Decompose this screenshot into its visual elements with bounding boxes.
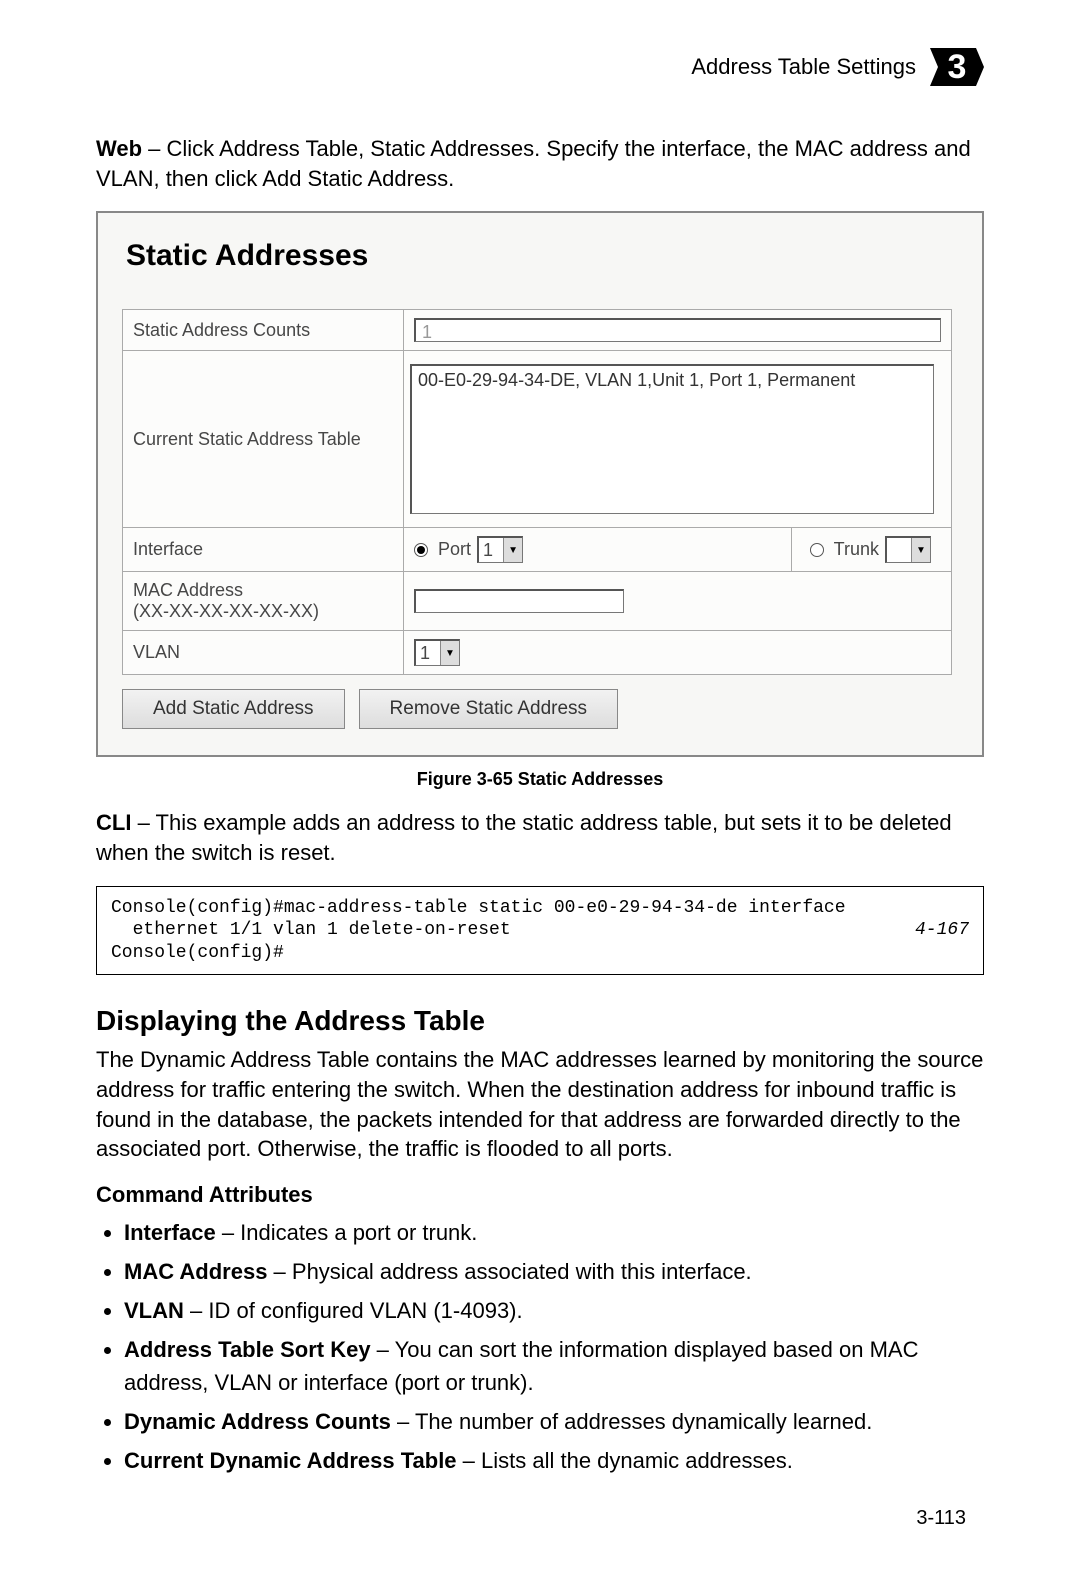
attr-desc: – Indicates a port or trunk. xyxy=(216,1220,478,1245)
vlan-value: 1 xyxy=(416,643,440,664)
attr-term: Address Table Sort Key xyxy=(124,1337,371,1362)
page-number: 3-113 xyxy=(916,1507,966,1530)
port-radio[interactable] xyxy=(414,543,428,557)
mac-label-line2: (XX-XX-XX-XX-XX-XX) xyxy=(133,601,319,621)
add-static-address-button[interactable]: Add Static Address xyxy=(122,689,345,729)
attr-desc: – Lists all the dynamic addresses. xyxy=(457,1448,793,1473)
attr-desc: – ID of configured VLAN (1-4093). xyxy=(184,1298,523,1323)
list-item: MAC Address – Physical address associate… xyxy=(124,1255,984,1288)
web-intro-paragraph: Web – Click Address Table, Static Addres… xyxy=(96,134,984,193)
code-ref: 4-167 xyxy=(915,919,969,942)
web-lead: Web xyxy=(96,136,142,161)
current-table-entry: 00-E0-29-94-34-DE, VLAN 1,Unit 1, Port 1… xyxy=(418,370,855,390)
port-dropdown[interactable]: 1 ▼ xyxy=(477,536,523,563)
vlan-dropdown[interactable]: 1 ▼ xyxy=(414,639,460,666)
attr-desc: – The number of addresses dynamically le… xyxy=(391,1409,872,1434)
static-addresses-table: Static Address Counts 1 Current Static A… xyxy=(122,309,952,675)
static-counts-cell: 1 xyxy=(404,310,952,351)
chevron-down-icon: ▼ xyxy=(503,538,522,562)
list-item: VLAN – ID of configured VLAN (1-4093). xyxy=(124,1294,984,1327)
chapter-number: 3 xyxy=(948,48,967,87)
code-line2: ethernet 1/1 vlan 1 delete-on-reset xyxy=(111,920,511,940)
mac-label-cell: MAC Address (XX-XX-XX-XX-XX-XX) xyxy=(123,572,404,631)
list-item: Dynamic Address Counts – The number of a… xyxy=(124,1405,984,1438)
trunk-radio[interactable] xyxy=(810,543,824,557)
vlan-label: VLAN xyxy=(123,631,404,675)
static-addresses-figure: Static Addresses Static Address Counts 1… xyxy=(96,211,984,757)
current-table-listbox[interactable]: 00-E0-29-94-34-DE, VLAN 1,Unit 1, Port 1… xyxy=(410,364,934,514)
chapter-badge: 3 xyxy=(930,40,984,94)
remove-static-address-button[interactable]: Remove Static Address xyxy=(359,689,618,729)
attr-term: Dynamic Address Counts xyxy=(124,1409,391,1434)
cli-code-block: Console(config)#mac-address-table static… xyxy=(96,886,984,976)
port-value: 1 xyxy=(479,540,503,561)
mac-input-cell xyxy=(404,572,952,631)
figure-title: Static Addresses xyxy=(126,239,952,273)
current-table-label: Current Static Address Table xyxy=(123,351,404,528)
attr-term: Current Dynamic Address Table xyxy=(124,1448,457,1473)
web-rest: – Click Address Table, Static Addresses.… xyxy=(96,136,971,191)
static-counts-label: Static Address Counts xyxy=(123,310,404,351)
code-line1: Console(config)#mac-address-table static… xyxy=(111,898,846,918)
figure-caption: Figure 3-65 Static Addresses xyxy=(96,769,984,790)
cli-lead: CLI xyxy=(96,810,131,835)
list-item: Current Dynamic Address Table – Lists al… xyxy=(124,1444,984,1477)
interface-cell: Port 1 ▼ Trunk xyxy=(404,528,952,572)
static-counts-input[interactable]: 1 xyxy=(414,318,941,342)
cli-paragraph: CLI – This example adds an address to th… xyxy=(96,808,984,867)
command-attributes-list: Interface – Indicates a port or trunk. M… xyxy=(102,1216,984,1477)
port-label: Port xyxy=(438,539,471,560)
trunk-label: Trunk xyxy=(834,539,879,560)
code-line3: Console(config)# xyxy=(111,943,284,963)
chevron-down-icon: ▼ xyxy=(911,538,930,562)
mac-input[interactable] xyxy=(414,589,624,613)
button-row: Add Static Address Remove Static Address xyxy=(122,689,952,729)
vlan-cell: 1 ▼ xyxy=(404,631,952,675)
attr-desc: – Physical address associated with this … xyxy=(267,1259,751,1284)
attr-term: Interface xyxy=(124,1220,216,1245)
page-header: Address Table Settings 3 xyxy=(96,40,984,94)
header-title: Address Table Settings xyxy=(691,54,916,80)
attr-term: MAC Address xyxy=(124,1259,267,1284)
section-heading: Displaying the Address Table xyxy=(96,1005,984,1037)
command-attributes-subhead: Command Attributes xyxy=(96,1182,984,1208)
list-item: Interface – Indicates a port or trunk. xyxy=(124,1216,984,1249)
interface-label: Interface xyxy=(123,528,404,572)
current-table-cell: 00-E0-29-94-34-DE, VLAN 1,Unit 1, Port 1… xyxy=(404,351,952,528)
attr-term: VLAN xyxy=(124,1298,184,1323)
trunk-dropdown[interactable]: ▼ xyxy=(885,536,931,563)
mac-label-line1: MAC Address xyxy=(133,580,243,600)
section-paragraph: The Dynamic Address Table contains the M… xyxy=(96,1045,984,1164)
chevron-down-icon: ▼ xyxy=(440,641,459,665)
cli-rest: – This example adds an address to the st… xyxy=(96,810,952,865)
list-item: Address Table Sort Key – You can sort th… xyxy=(124,1333,984,1399)
